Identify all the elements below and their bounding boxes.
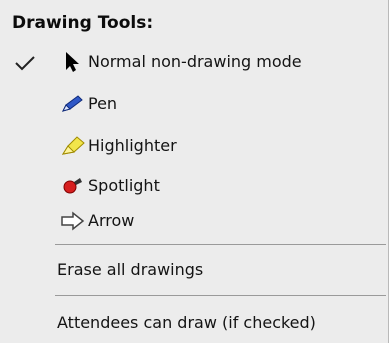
menu-item-pen[interactable]: Pen <box>0 88 386 120</box>
arrow-icon <box>61 211 85 231</box>
menu-separator <box>55 295 386 296</box>
menu-item-label: Normal non-drawing mode <box>88 52 302 71</box>
highlighter-icon <box>61 136 85 155</box>
menu-item-label: Highlighter <box>88 136 177 155</box>
menu-item-label: Attendees can draw (if checked) <box>57 313 316 332</box>
menu-item-label: Erase all drawings <box>57 260 204 279</box>
checkmark-icon <box>15 56 35 71</box>
menu-separator <box>55 244 386 245</box>
menu-item-arrow[interactable]: Arrow <box>0 205 386 237</box>
cursor-arrow-icon <box>66 52 79 72</box>
menu-item-normal-mode[interactable]: Normal non-drawing mode <box>0 46 386 78</box>
menu-item-label: Arrow <box>88 211 135 230</box>
menu-item-spotlight[interactable]: Spotlight <box>0 170 386 202</box>
menu-item-erase-all[interactable]: Erase all drawings <box>0 254 386 286</box>
pen-icon <box>62 95 83 112</box>
menu-item-label: Pen <box>88 94 118 113</box>
menu-item-attendees-can-draw[interactable]: Attendees can draw (if checked) <box>0 307 386 339</box>
drawing-tools-menu: Drawing Tools: Normal non-drawing mode P… <box>0 0 389 343</box>
menu-title: Drawing Tools: <box>12 13 154 33</box>
menu-item-highlighter[interactable]: Highlighter <box>0 130 386 162</box>
menu-item-label: Spotlight <box>88 176 160 195</box>
spotlight-icon <box>63 178 82 194</box>
